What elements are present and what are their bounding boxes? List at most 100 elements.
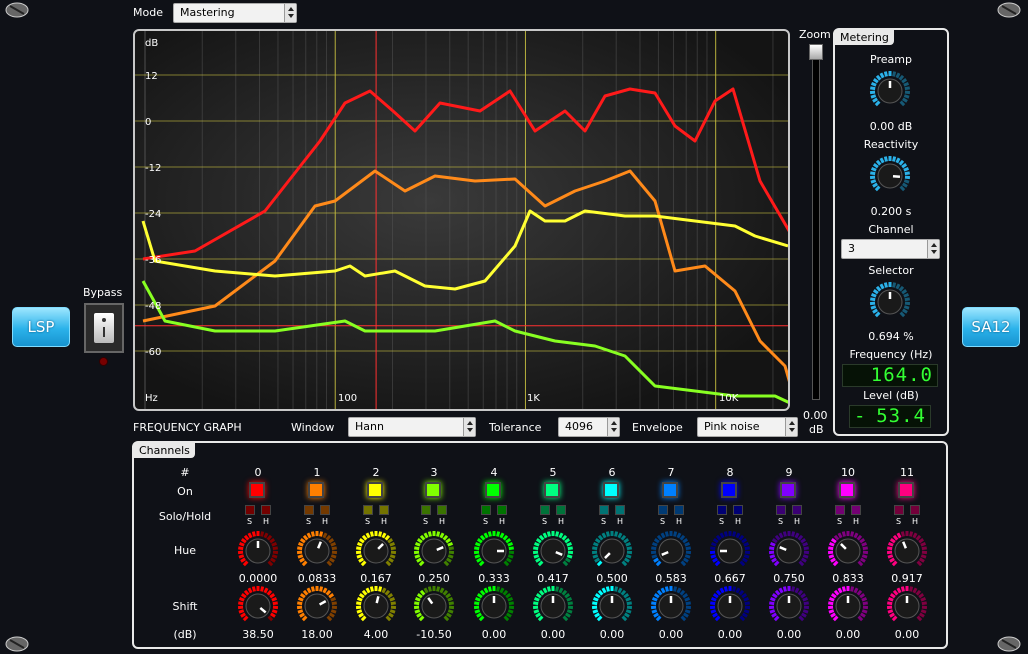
channel-shift-knob[interactable]: [237, 585, 279, 627]
channel-solo-button[interactable]: [776, 505, 786, 515]
channel-solo-button[interactable]: [421, 505, 431, 515]
channel-solo-button[interactable]: [304, 505, 314, 515]
channel-on-button[interactable]: [898, 482, 914, 498]
channel-shift-value: 0.00: [835, 628, 861, 641]
channel-shift-knob[interactable]: [650, 585, 692, 627]
channel-on-button[interactable]: [249, 482, 265, 498]
channel-hold-button[interactable]: [615, 505, 625, 515]
solo-letter: S: [837, 517, 843, 526]
solo-letter: S: [601, 517, 607, 526]
shift-row-label: Shift: [172, 600, 198, 613]
channel-hue-knob[interactable]: [296, 530, 338, 572]
channel-on-button[interactable]: [485, 482, 501, 498]
channel-hue-knob[interactable]: [591, 530, 633, 572]
chevron-updown-icon: [785, 418, 797, 436]
zoom-slider[interactable]: [812, 44, 820, 400]
channel-solo-button[interactable]: [599, 505, 609, 515]
channel-on-button[interactable]: [780, 482, 796, 498]
channel-shift-knob[interactable]: [296, 585, 338, 627]
channel-hue-value: 0.333: [478, 572, 510, 585]
channel-hue-knob[interactable]: [355, 530, 397, 572]
selector-knob[interactable]: [869, 281, 911, 323]
channel-solo-button[interactable]: [717, 505, 727, 515]
channel-on-button[interactable]: [839, 482, 855, 498]
channel-hold-button[interactable]: [261, 505, 271, 515]
zoom-slider-handle[interactable]: [809, 44, 823, 60]
frequency-graph[interactable]: dB 12 0 -12 -24 -36 -48 -60 Hz 100 1K 10…: [133, 29, 790, 411]
channel-solo-button[interactable]: [894, 505, 904, 515]
channel-hold-button[interactable]: [437, 505, 447, 515]
channel-solo-button[interactable]: [658, 505, 668, 515]
channel-hue-value: 0.0833: [297, 572, 337, 585]
channel-select[interactable]: 3: [841, 239, 940, 259]
channel-hue-knob[interactable]: [827, 530, 869, 572]
channel-hold-button[interactable]: [674, 505, 684, 515]
mode-label: Mode: [133, 6, 163, 19]
channel-shift-knob[interactable]: [591, 585, 633, 627]
channel-hold-button[interactable]: [733, 505, 743, 515]
preamp-knob[interactable]: [869, 70, 911, 112]
graph-y-label: -48: [145, 301, 162, 312]
hold-letter: H: [263, 517, 270, 526]
channel-shift-value: 4.00: [363, 628, 389, 641]
channel-shift-knob[interactable]: [413, 585, 455, 627]
tolerance-select[interactable]: 4096: [558, 417, 620, 437]
channel-shift-knob[interactable]: [768, 585, 810, 627]
channel-solo-button[interactable]: [245, 505, 255, 515]
channel-hue-knob[interactable]: [473, 530, 515, 572]
channel-shift-value: 0.00: [894, 628, 920, 641]
channel-hold-button[interactable]: [497, 505, 507, 515]
frequency-display: 164.0: [842, 364, 938, 387]
bypass-switch[interactable]: [84, 303, 124, 353]
channel-shift-knob[interactable]: [355, 585, 397, 627]
channel-hue-knob[interactable]: [709, 530, 751, 572]
envelope-label: Envelope: [632, 421, 683, 434]
channel-solo-button[interactable]: [835, 505, 845, 515]
channel-hue-knob[interactable]: [650, 530, 692, 572]
channel-on-button[interactable]: [425, 482, 441, 498]
channel-solo-button[interactable]: [363, 505, 373, 515]
channel-hold-button[interactable]: [910, 505, 920, 515]
reactivity-knob[interactable]: [869, 155, 911, 197]
channel-hold-button[interactable]: [851, 505, 861, 515]
mode-select-value: Mastering: [180, 6, 235, 19]
reactivity-label: Reactivity: [863, 138, 919, 151]
plugin-info-button[interactable]: SA12: [962, 307, 1020, 347]
channel-on-button[interactable]: [544, 482, 560, 498]
bypass-led-icon: [99, 357, 108, 366]
channel-shift-knob[interactable]: [827, 585, 869, 627]
channel-shift-knob[interactable]: [709, 585, 751, 627]
channel-shift-value: 0.00: [717, 628, 743, 641]
channel-shift-knob[interactable]: [473, 585, 515, 627]
mode-select[interactable]: Mastering: [173, 3, 297, 23]
channel-hold-button[interactable]: [379, 505, 389, 515]
channel-select-value: 3: [848, 242, 855, 255]
channel-on-button[interactable]: [367, 482, 383, 498]
frequency-label: Frequency (Hz): [849, 348, 933, 361]
channel-on-button[interactable]: [308, 482, 324, 498]
channel-hold-button[interactable]: [556, 505, 566, 515]
channel-hue-knob[interactable]: [886, 530, 928, 572]
channel-hue-knob[interactable]: [532, 530, 574, 572]
channel-shift-knob[interactable]: [886, 585, 928, 627]
window-select[interactable]: Hann: [348, 417, 476, 437]
lsp-logo-button[interactable]: LSP: [12, 307, 70, 347]
channel-on-button[interactable]: [603, 482, 619, 498]
zoom-unit: dB: [809, 423, 824, 436]
channel-hold-button[interactable]: [320, 505, 330, 515]
on-row-label: On: [177, 485, 193, 498]
channel-number: 10: [841, 466, 855, 479]
solo-letter: S: [247, 517, 253, 526]
channel-hue-knob[interactable]: [768, 530, 810, 572]
envelope-select[interactable]: Pink noise: [697, 417, 798, 437]
channel-shift-knob[interactable]: [532, 585, 574, 627]
channel-solo-button[interactable]: [540, 505, 550, 515]
channel-on-button[interactable]: [721, 482, 737, 498]
channel-solo-button[interactable]: [481, 505, 491, 515]
channel-hue-knob[interactable]: [413, 530, 455, 572]
hold-letter: H: [676, 517, 683, 526]
channel-hue-knob[interactable]: [237, 530, 279, 572]
channel-hold-button[interactable]: [792, 505, 802, 515]
channel-shift-value: 0.00: [599, 628, 625, 641]
channel-on-button[interactable]: [662, 482, 678, 498]
